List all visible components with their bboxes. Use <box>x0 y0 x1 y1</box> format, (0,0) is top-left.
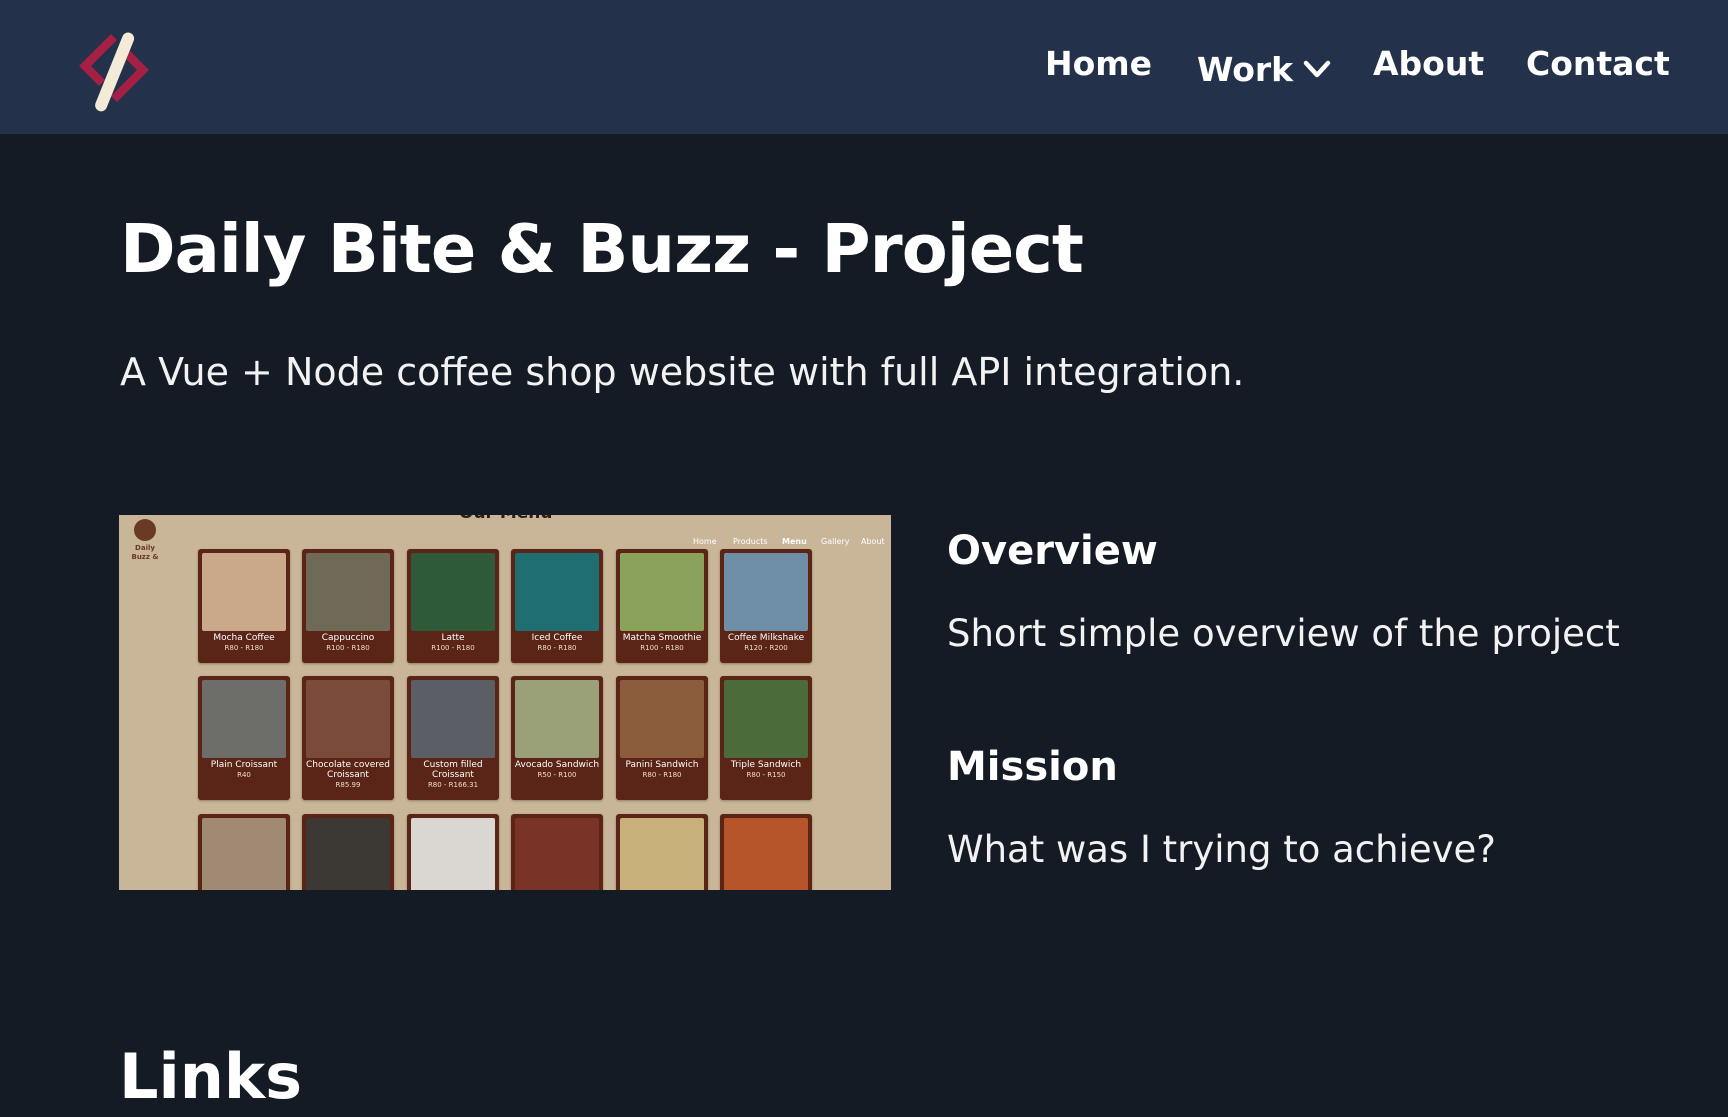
page-title: Daily Bite & Buzz - Project <box>120 210 1084 288</box>
menu-card: Avocado Sandwich R50 - R100 <box>511 676 603 800</box>
shot-brand-logo: Daily Buzz & <box>125 519 165 567</box>
menu-card-photo <box>411 818 495 890</box>
menu-card <box>407 814 499 890</box>
menu-card-name: Panini Sandwich R80 - R180 <box>616 760 708 780</box>
menu-card-photo <box>515 680 599 758</box>
menu-card-photo <box>515 553 599 631</box>
menu-card: Latte R100 - R180 <box>407 549 499 663</box>
menu-card-photo <box>620 818 704 890</box>
menu-card-price: R80 - R180 <box>537 644 577 652</box>
project-screenshot: Daily Buzz & Our Menu Home Products Menu Ga… <box>119 515 891 890</box>
menu-card-price: R100 - R180 <box>640 644 684 652</box>
menu-card: Chocolate covered Croissant R85.99 <box>302 676 394 800</box>
overview-heading: Overview <box>947 528 1158 574</box>
menu-card-photo <box>202 553 286 631</box>
page-subtitle: A Vue + Node coffee shop website with fu… <box>120 350 1245 394</box>
shot-brand-text: Daily Buzz & <box>131 544 159 561</box>
menu-card-photo <box>724 818 808 890</box>
menu-card-name: Mocha Coffee R80 - R180 <box>198 633 290 653</box>
menu-card: Cappuccino R100 - R180 <box>302 549 394 663</box>
shot-menu-title: Our Menu <box>459 515 553 523</box>
menu-card-photo <box>202 680 286 758</box>
menu-card: Triple Sandwich R80 - R150 <box>720 676 812 800</box>
coffee-cup-icon <box>134 519 156 541</box>
menu-card-price: R120 - R200 <box>744 644 788 652</box>
shot-nav-products: Products <box>733 537 768 546</box>
menu-card-photo <box>411 553 495 631</box>
menu-card: Matcha Smoothie R100 - R180 <box>616 549 708 663</box>
menu-card <box>511 814 603 890</box>
menu-card: Coffee Milkshake R120 - R200 <box>720 549 812 663</box>
menu-card <box>302 814 394 890</box>
menu-card-photo <box>620 553 704 631</box>
chevron-down-icon <box>1303 60 1331 78</box>
menu-card-name: Avocado Sandwich R50 - R100 <box>511 760 603 780</box>
menu-card-name: Plain Croissant R40 <box>198 760 290 780</box>
mission-heading: Mission <box>947 744 1118 790</box>
shot-nav-about: About <box>861 537 885 546</box>
menu-card-photo <box>306 553 390 631</box>
menu-card-photo <box>202 818 286 890</box>
nav-work-label: Work <box>1197 49 1294 89</box>
menu-card <box>616 814 708 890</box>
menu-card-name: Custom filled Croissant R80 - R166.31 <box>407 760 499 790</box>
menu-card-price: R80 - R150 <box>746 771 786 779</box>
menu-card-name: Triple Sandwich R80 - R150 <box>720 760 812 780</box>
menu-card: Custom filled Croissant R80 - R166.31 <box>407 676 499 800</box>
menu-card-photo <box>620 680 704 758</box>
shot-nav-menu: Menu <box>782 537 807 546</box>
menu-card-price: R80 - R166.31 <box>427 781 479 789</box>
menu-card-name: Coffee Milkshake R120 - R200 <box>720 633 812 653</box>
menu-card-name: Iced Coffee R80 - R180 <box>511 633 603 653</box>
menu-card-name: Cappuccino R100 - R180 <box>302 633 394 653</box>
mission-text: What was I trying to achieve? <box>947 828 1496 871</box>
menu-card-price: R80 - R180 <box>224 644 264 652</box>
links-heading: Links <box>119 1040 303 1113</box>
nav-contact-link[interactable]: Contact <box>1526 44 1670 94</box>
nav-about-link[interactable]: About <box>1373 44 1484 94</box>
nav-work-dropdown[interactable]: Work <box>1197 44 1331 94</box>
menu-card: Iced Coffee R80 - R180 <box>511 549 603 663</box>
menu-card-name: Matcha Smoothie R100 - R180 <box>616 633 708 653</box>
menu-card-name: Latte R100 - R180 <box>407 633 499 653</box>
top-navbar: Home Work About Contact <box>0 0 1728 134</box>
shot-nav-gallery: Gallery <box>821 537 850 546</box>
menu-card <box>198 814 290 890</box>
menu-card-price: R100 - R180 <box>431 644 475 652</box>
menu-card: Panini Sandwich R80 - R180 <box>616 676 708 800</box>
menu-card-price: R80 - R180 <box>642 771 682 779</box>
menu-card-price: R85.99 <box>335 781 361 789</box>
overview-text: Short simple overview of the project <box>947 612 1620 655</box>
menu-card-price: R100 - R180 <box>326 644 370 652</box>
menu-card <box>720 814 812 890</box>
menu-card-photo <box>724 680 808 758</box>
nav-home-link[interactable]: Home <box>1045 44 1152 94</box>
slash-logo-icon[interactable] <box>75 28 159 114</box>
menu-card-photo <box>515 818 599 890</box>
menu-card-photo <box>411 680 495 758</box>
menu-card-price: R50 - R100 <box>537 771 577 779</box>
menu-card-price: R40 <box>237 771 251 779</box>
menu-card: Mocha Coffee R80 - R180 <box>198 549 290 663</box>
menu-card-photo <box>306 680 390 758</box>
menu-card: Plain Croissant R40 <box>198 676 290 800</box>
menu-card-photo <box>306 818 390 890</box>
menu-card-photo <box>724 553 808 631</box>
shot-nav-home: Home <box>693 537 717 546</box>
menu-card-name: Chocolate covered Croissant R85.99 <box>302 760 394 790</box>
